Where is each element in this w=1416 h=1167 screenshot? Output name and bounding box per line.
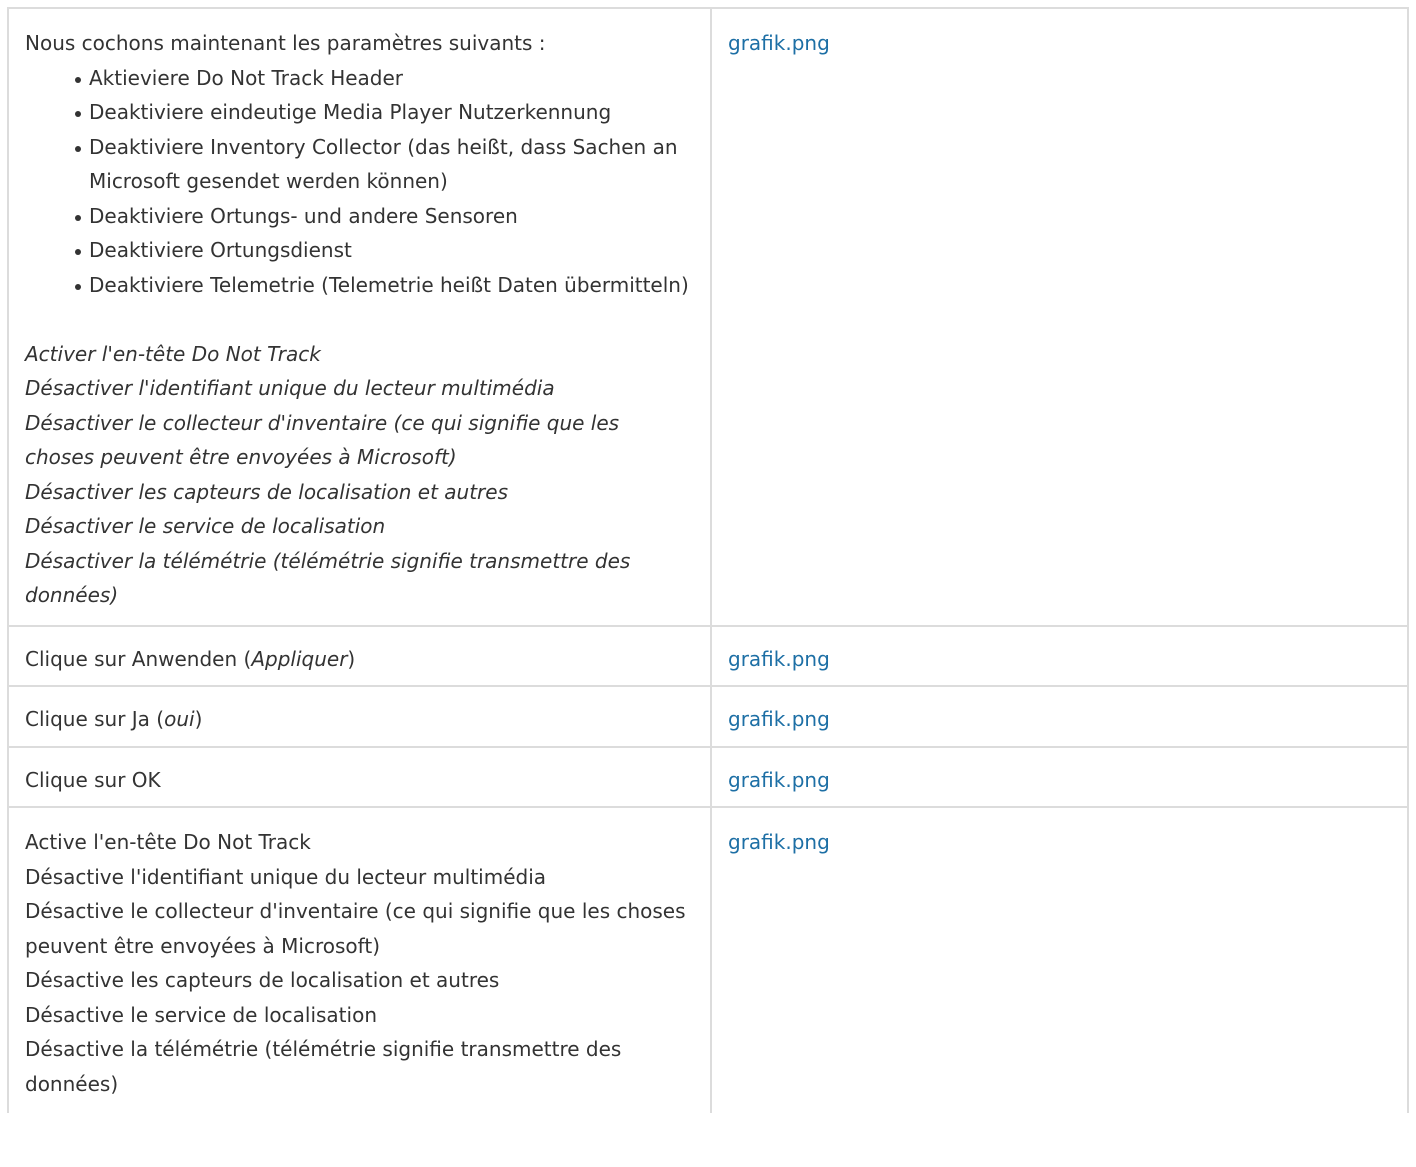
summary-line: Désactive l'identifiant unique du lecteu… xyxy=(25,864,547,889)
image-link[interactable]: grafik.png xyxy=(728,31,830,55)
translation-line: Activer l'en-tête Do Not Track xyxy=(25,341,321,366)
table-row: Active l'en-tête Do Not Track Désactive … xyxy=(7,806,1409,1113)
translation-line: Désactiver l'identifiant unique du lecte… xyxy=(25,376,555,400)
translation-line: Désactiver le service de localisation xyxy=(25,514,386,538)
summary-line: Désactive la télémétrie (télémétrie sign… xyxy=(25,1037,622,1096)
instruction-suffix: ) xyxy=(194,707,203,731)
image-link[interactable]: grafik.png xyxy=(728,647,830,671)
image-cell: grafik.png xyxy=(710,624,1409,687)
instruction-text: Clique sur OK xyxy=(25,767,161,792)
summary-line: Active l'en-tête Do Not Track xyxy=(25,830,311,854)
table-row: Clique sur Ja (oui) grafik.png xyxy=(7,685,1409,748)
list-item: Aktieviere Do Not Track Header xyxy=(75,61,694,96)
instruction-prefix: Clique sur Ja ( xyxy=(25,707,165,731)
instruction-prefix: Clique sur Anwenden ( xyxy=(25,646,252,671)
summary-line: Désactive le collecteur d'inventaire (ce… xyxy=(25,899,686,958)
summary-line: Désactive le service de localisation xyxy=(25,1002,377,1027)
instruction-table: Nous cochons maintenant les paramètres s… xyxy=(7,7,1409,1113)
summary-line: Désactive les capteurs de localisation e… xyxy=(25,968,500,992)
list-item: Deaktiviere Telemetrie (Telemetrie heißt… xyxy=(75,268,694,303)
list-item: Deaktiviere Ortungs- und andere Sensoren xyxy=(75,199,694,234)
image-cell: grafik.png xyxy=(710,685,1409,748)
instruction-cell: Nous cochons maintenant les paramètres s… xyxy=(7,7,712,627)
instruction-cell: Clique sur OK xyxy=(7,745,712,808)
table-row: Nous cochons maintenant les paramètres s… xyxy=(7,7,1409,627)
table-row: Clique sur OK grafik.png xyxy=(7,745,1409,808)
image-cell: grafik.png xyxy=(710,806,1409,1113)
instruction-emphasis: oui xyxy=(164,707,195,731)
image-cell: grafik.png xyxy=(710,7,1409,627)
image-link[interactable]: grafik.png xyxy=(728,830,830,854)
translation-line: Désactiver la télémétrie (télémétrie sig… xyxy=(25,548,631,608)
instruction-cell: Active l'en-tête Do Not Track Désactive … xyxy=(7,806,712,1113)
list-item: Deaktiviere Ortungsdienst xyxy=(75,233,694,268)
instruction-suffix: ) xyxy=(347,646,356,671)
translation-line: Désactiver les capteurs de localisation … xyxy=(25,479,508,504)
intro-text: Nous cochons maintenant les paramètres s… xyxy=(25,31,546,55)
list-item: Deaktiviere eindeutige Media Player Nutz… xyxy=(75,95,694,130)
list-item: Deaktiviere Inventory Collector (das hei… xyxy=(75,130,694,199)
translation-line: Désactiver le collecteur d'inventaire (c… xyxy=(25,410,620,470)
image-cell: grafik.png xyxy=(710,745,1409,808)
instruction-cell: Clique sur Ja (oui) xyxy=(7,685,712,748)
table-row: Clique sur Anwenden (Appliquer) grafik.p… xyxy=(7,624,1409,687)
settings-list: Aktieviere Do Not Track Header Deaktivie… xyxy=(25,61,694,303)
instruction-emphasis: Appliquer xyxy=(251,646,348,671)
image-link[interactable]: grafik.png xyxy=(728,768,830,792)
instruction-cell: Clique sur Anwenden (Appliquer) xyxy=(7,624,712,687)
image-link[interactable]: grafik.png xyxy=(728,707,830,731)
